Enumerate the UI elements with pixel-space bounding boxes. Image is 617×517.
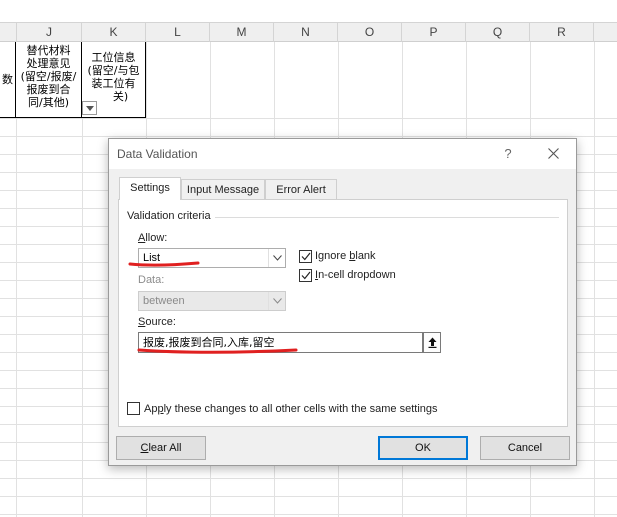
- allow-label-rest: llow:: [145, 232, 168, 244]
- ribbon-area: [0, 0, 617, 22]
- gridline: [0, 136, 617, 137]
- data-label: Data:: [138, 274, 165, 286]
- cell-j-line: 报废到合: [26, 83, 71, 96]
- source-input[interactable]: 报废,报废到合同,入库,留空: [138, 332, 423, 353]
- ok-button[interactable]: OK: [378, 436, 468, 460]
- checkmark-icon: [301, 252, 310, 261]
- in-cell-dropdown-rest: n-cell dropdown: [318, 269, 396, 281]
- close-icon: [547, 148, 559, 160]
- cell-i-header[interactable]: 数: [0, 42, 16, 118]
- cell-j-line: (留空/报废/: [20, 70, 77, 83]
- help-button[interactable]: ?: [497, 143, 519, 165]
- apply-all-label[interactable]: Apply these changes to all other cells w…: [144, 403, 438, 415]
- in-cell-dropdown-checkbox[interactable]: [299, 269, 312, 282]
- column-header-n[interactable]: N: [274, 23, 338, 42]
- tab-error-alert[interactable]: Error Alert: [265, 179, 337, 200]
- tab-input-message[interactable]: Input Message: [181, 179, 265, 200]
- column-header-j[interactable]: J: [17, 23, 82, 42]
- dialog-titlebar[interactable]: Data Validation ?: [109, 139, 576, 169]
- gridline: [0, 496, 617, 497]
- validation-criteria-label: Validation criteria: [127, 210, 215, 222]
- column-header-i[interactable]: [0, 23, 17, 42]
- allow-select[interactable]: List: [138, 248, 286, 268]
- cell-k-line: 装工位有: [91, 77, 136, 90]
- gridline: [0, 478, 617, 479]
- chevron-down-icon: [272, 255, 282, 261]
- cell-j-line: 处理意见: [26, 57, 71, 70]
- in-cell-dropdown-label[interactable]: In-cell dropdown: [315, 269, 396, 281]
- source-label: Source:: [138, 316, 176, 328]
- data-validation-dialog: Data Validation ? Settings Input Message…: [108, 138, 577, 466]
- cell-j-header[interactable]: 替代材料 处理意见 (留空/报废/ 报废到合 同/其他): [16, 42, 82, 118]
- column-header-m[interactable]: M: [210, 23, 274, 42]
- apply-all-checkbox[interactable]: [127, 402, 140, 415]
- filter-dropdown-icon: [85, 105, 94, 111]
- cell-j-line: 替代材料: [26, 44, 71, 57]
- gridline: [0, 514, 617, 515]
- clear-all-button[interactable]: Clear All: [116, 436, 206, 460]
- clear-all-rest: lear All: [148, 442, 182, 454]
- ignore-blank-prefix: Ignore: [315, 250, 350, 262]
- column-header-bar: J K L M N O P Q R: [0, 22, 617, 42]
- cell-i-text: 数: [2, 73, 13, 86]
- allow-select-value: List: [143, 252, 161, 264]
- column-header-k[interactable]: K: [82, 23, 146, 42]
- filter-dropdown-button[interactable]: [82, 101, 97, 115]
- column-header-o[interactable]: O: [338, 23, 402, 42]
- source-label-rest: ource:: [145, 316, 176, 328]
- cancel-button[interactable]: Cancel: [480, 436, 570, 460]
- collapse-dialog-icon: [428, 337, 436, 348]
- chevron-down-icon: [272, 298, 282, 304]
- dialog-title: Data Validation: [117, 147, 198, 161]
- checkmark-icon: [301, 271, 310, 280]
- collapse-dialog-button[interactable]: [423, 332, 441, 353]
- settings-panel: Validation criteria Allow: List Data: be…: [118, 199, 568, 427]
- apply-all-prefix: Ap: [144, 403, 158, 415]
- column-header-q[interactable]: Q: [466, 23, 530, 42]
- tab-settings[interactable]: Settings: [119, 177, 181, 200]
- apply-all-rest: ly these changes to all other cells with…: [163, 403, 438, 415]
- cell-k-line: (留空/与包: [87, 64, 140, 77]
- cell-j-line: 同/其他): [28, 96, 69, 109]
- gridline: [0, 118, 617, 119]
- data-select-value: between: [143, 295, 185, 307]
- cell-k-line: 工位信息: [91, 51, 136, 64]
- allow-dropdown-arrow[interactable]: [268, 249, 285, 267]
- data-dropdown-arrow[interactable]: [268, 292, 285, 310]
- column-header-r[interactable]: R: [530, 23, 594, 42]
- source-input-value: 报废,报废到合同,入库,留空: [143, 336, 275, 349]
- ignore-blank-label[interactable]: Ignore blank: [315, 250, 376, 262]
- ignore-blank-rest: lank: [355, 250, 376, 262]
- column-header-p[interactable]: P: [402, 23, 466, 42]
- close-button[interactable]: [539, 143, 567, 165]
- ignore-blank-checkbox[interactable]: [299, 250, 312, 263]
- allow-label: Allow:: [138, 232, 167, 244]
- data-select[interactable]: between: [138, 291, 286, 311]
- group-divider: [214, 217, 559, 218]
- column-header-l[interactable]: L: [146, 23, 210, 42]
